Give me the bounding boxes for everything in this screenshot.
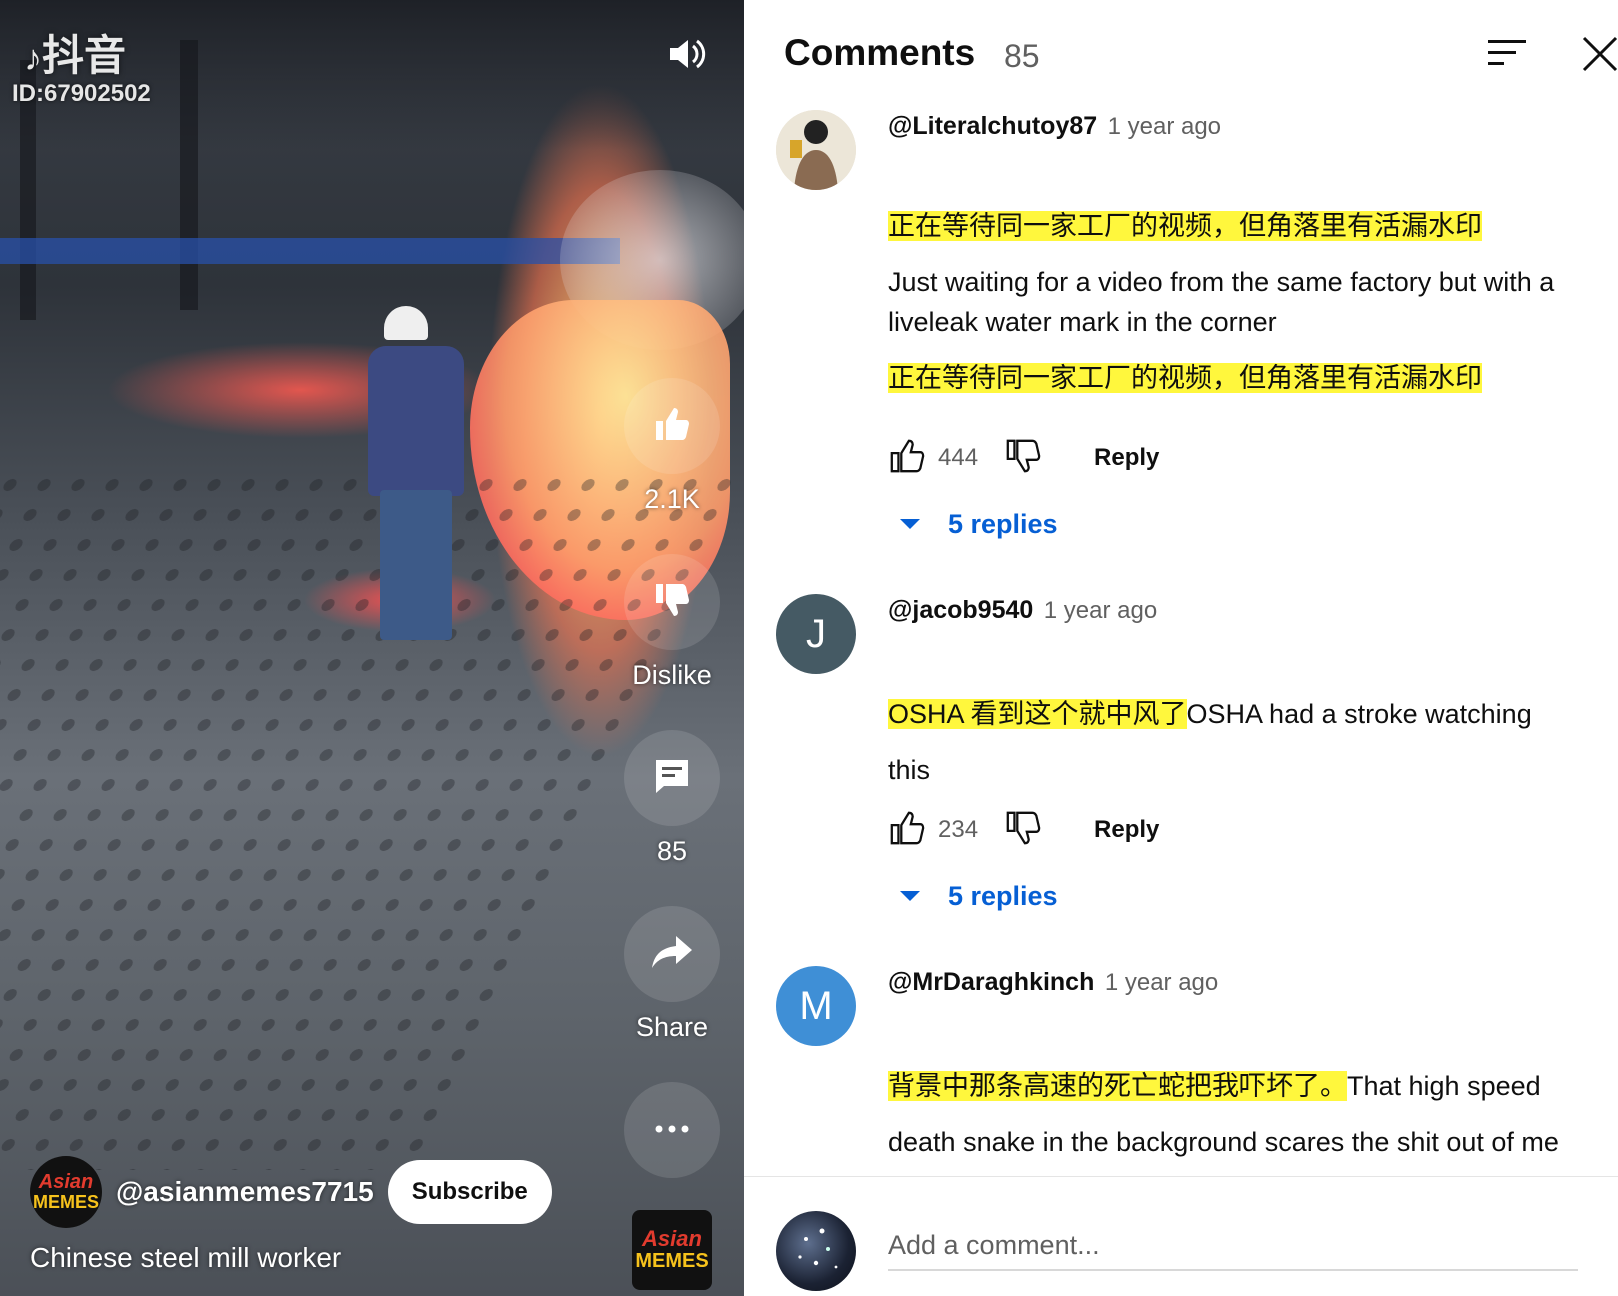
comment-count: 85 (656, 836, 688, 866)
comment-text-zh: 背景中那条高速的死亡蛇把我吓坏了。 (888, 1071, 1347, 1101)
comment-text-zh: 正在等待同一家工厂的视频，但角落里有活漏水印 (888, 211, 1482, 241)
douyin-watermark: ♪抖音 (24, 32, 127, 79)
share-label: Share (635, 1012, 709, 1042)
thumb-up-icon[interactable] (888, 437, 926, 480)
comment-text: OSHA 看到这个就中风了OSHA had a stroke watching … (888, 686, 1568, 798)
comment-actions: 444 Reply (888, 438, 1159, 478)
comment-author[interactable]: @jacob9540 (888, 596, 1033, 624)
comment-actions: 234 Reply (888, 810, 1159, 850)
replies-label: 5 replies (948, 508, 1058, 539)
comments-header: Comments 85 (776, 30, 1618, 86)
comments-panel: Comments 85 @Literalchutoy87 1 year ago … (744, 0, 1618, 1296)
avatar[interactable]: M (776, 966, 856, 1046)
more-button[interactable] (624, 1082, 720, 1178)
comment-time[interactable]: 1 year ago (1105, 969, 1218, 996)
share-button[interactable]: Share (624, 906, 720, 1043)
comment-text-zh: OSHA 看到这个就中风了 (888, 699, 1187, 729)
douyin-id-watermark: ID:67902502 (12, 80, 151, 107)
comments-count: 85 (1004, 38, 1040, 74)
comment-author[interactable]: @MrDaraghkinch (888, 968, 1094, 996)
thumb-down-icon[interactable] (1004, 809, 1042, 852)
view-replies-button[interactable]: 5 replies (900, 504, 1058, 544)
comment-icon (652, 756, 692, 801)
comment-time[interactable]: 1 year ago (1044, 597, 1157, 624)
video-player[interactable]: ♪抖音 ID:67902502 2.1K Dislike 85 Share As… (0, 0, 744, 1296)
comments-button[interactable]: 85 (624, 730, 720, 867)
speaker-icon[interactable] (666, 34, 706, 74)
comment-input[interactable] (888, 1221, 1578, 1271)
avatar[interactable]: J (776, 594, 856, 674)
thumb-up-icon (652, 404, 692, 449)
avatar[interactable] (776, 110, 856, 190)
more-icon (654, 1121, 690, 1139)
like-button[interactable]: 2.1K (624, 378, 720, 515)
comment-text-zh: 正在等待同一家工厂的视频，但角落里有活漏水印 (888, 363, 1482, 393)
comment-author[interactable]: @Literalchutoy87 (888, 112, 1097, 140)
comment-text-en: Just waiting for a video from the same f… (888, 267, 1555, 337)
current-user-avatar (776, 1211, 856, 1291)
reply-button[interactable]: Reply (1094, 444, 1159, 472)
channel-name[interactable]: @asianmemes7715 (116, 1176, 374, 1208)
comment-text: 背景中那条高速的死亡蛇把我吓坏了。That high speed death s… (888, 1058, 1568, 1170)
view-replies-button[interactable]: 5 replies (900, 876, 1058, 916)
comment-composer (744, 1176, 1618, 1296)
dislike-label: Dislike (632, 660, 712, 690)
channel-logo-thumbnail[interactable]: Asian MEMES (632, 1210, 712, 1290)
scene-blue-rail (0, 238, 620, 264)
thumb-up-icon[interactable] (888, 809, 926, 852)
thumb-down-icon (652, 580, 692, 625)
dislike-button[interactable]: Dislike (624, 554, 720, 691)
like-count: 2.1K (644, 484, 700, 514)
chevron-down-icon (900, 891, 920, 901)
sort-icon[interactable] (1488, 38, 1526, 73)
scene-worker (350, 300, 510, 660)
replies-label: 5 replies (948, 880, 1058, 911)
video-title: Chinese steel mill worker (30, 1242, 342, 1273)
close-icon[interactable] (1582, 36, 1618, 77)
thumb-down-icon[interactable] (1004, 437, 1042, 480)
channel-row: Asian MEMES @asianmemes7715 Subscribe (30, 1156, 552, 1228)
user-photo-icon (776, 110, 856, 190)
subscribe-button[interactable]: Subscribe (387, 1160, 552, 1224)
like-count: 234 (938, 816, 979, 843)
like-count: 444 (938, 444, 979, 471)
chevron-down-icon (900, 519, 920, 529)
share-icon (650, 932, 694, 977)
comment-time[interactable]: 1 year ago (1108, 113, 1221, 140)
comment-text: 正在等待同一家工厂的视频，但角落里有活漏水印 Just waiting for … (888, 206, 1568, 398)
channel-avatar[interactable]: Asian MEMES (30, 1156, 102, 1228)
reply-button[interactable]: Reply (1094, 816, 1159, 844)
scene-pillar (180, 40, 198, 310)
comments-title: Comments (784, 32, 976, 73)
